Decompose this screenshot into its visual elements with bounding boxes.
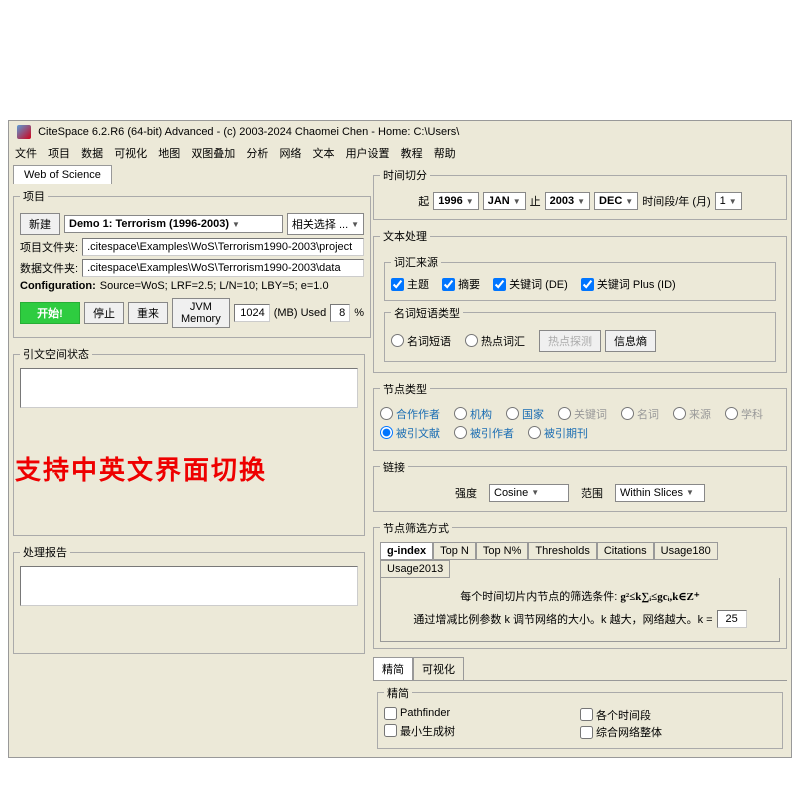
tab-usage2013[interactable]: Usage2013 bbox=[380, 560, 450, 578]
menu-visualization[interactable]: 可视化 bbox=[114, 148, 147, 160]
info-entropy-button[interactable]: 信息熵 bbox=[605, 330, 656, 352]
burst-detect-button[interactable]: 热点探测 bbox=[539, 330, 601, 352]
noun-type-group: 名词短语类型 名词短语 热点词汇 热点探测 信息熵 bbox=[384, 305, 776, 362]
data-source-tabs: Web of Science bbox=[9, 163, 369, 184]
vocab-src-group: 词汇来源 主题 摘要 关键词 (DE) 关键词 Plus (ID) bbox=[384, 254, 776, 301]
tab-prune[interactable]: 精简 bbox=[373, 657, 413, 680]
slice-select[interactable]: 1 bbox=[715, 192, 742, 210]
menu-overlay[interactable]: 双图叠加 bbox=[191, 148, 235, 160]
mem-used-label: (MB) Used bbox=[274, 307, 327, 319]
menu-help[interactable]: 帮助 bbox=[434, 148, 456, 160]
mem-field: 1024 bbox=[234, 304, 270, 322]
java-icon bbox=[17, 125, 31, 139]
title-bar: CiteSpace 6.2.R6 (64-bit) Advanced - (c)… bbox=[9, 121, 791, 143]
scope-select[interactable]: Within Slices bbox=[615, 484, 705, 502]
menu-text[interactable]: 文本 bbox=[313, 148, 335, 160]
config-label: Configuration: bbox=[20, 280, 96, 292]
process-report-group: 处理报告 bbox=[13, 544, 365, 654]
menu-tutorial[interactable]: 教程 bbox=[401, 148, 423, 160]
rad-burst[interactable]: 热点词汇 bbox=[465, 333, 525, 349]
tab-citations[interactable]: Citations bbox=[597, 542, 654, 560]
overlay-annotation: 支持中英文界面切换 bbox=[15, 450, 267, 487]
chk-merged[interactable]: 综合网络整体 bbox=[580, 724, 662, 740]
chk-title[interactable]: 主题 bbox=[391, 276, 429, 292]
strength-select[interactable]: Cosine bbox=[489, 484, 569, 502]
citespace-status-legend: 引文空间状态 bbox=[20, 346, 92, 362]
chk-mst[interactable]: 最小生成树 bbox=[384, 723, 455, 739]
timeslice-group: 时间切分 起 1996 JAN 止 2003 DEC 时间段/年 (月) 1 bbox=[373, 167, 787, 220]
project-select[interactable]: Demo 1: Terrorism (1996-2003) bbox=[64, 215, 283, 233]
project-legend: 项目 bbox=[20, 188, 48, 204]
status-area bbox=[20, 368, 358, 408]
k-field[interactable]: 25 bbox=[717, 610, 747, 628]
citespace-status-group: 引文空间状态 bbox=[13, 346, 365, 536]
proj-folder-field[interactable]: .citespace\Examples\WoS\Terrorism1990-20… bbox=[82, 238, 364, 256]
rad-np[interactable]: 名词短语 bbox=[391, 333, 451, 349]
prune-tabs: 精简 可视化 bbox=[373, 657, 787, 681]
chk-pathfinder[interactable]: Pathfinder bbox=[384, 707, 450, 720]
from-month-select[interactable]: JAN bbox=[483, 192, 526, 210]
related-select[interactable]: 相关选择 ... bbox=[287, 213, 364, 235]
pct-field: 8 bbox=[330, 304, 350, 322]
reset-button[interactable]: 重来 bbox=[128, 302, 168, 324]
rad-subject[interactable]: 学科 bbox=[725, 406, 763, 422]
tab-usage180[interactable]: Usage180 bbox=[654, 542, 718, 560]
textproc-legend: 文本处理 bbox=[380, 228, 430, 244]
chk-keyword-de[interactable]: 关键词 (DE) bbox=[493, 276, 568, 292]
tab-wos[interactable]: Web of Science bbox=[13, 165, 112, 184]
tab-gindex[interactable]: g-index bbox=[380, 542, 433, 560]
chk-abstract[interactable]: 摘要 bbox=[442, 276, 480, 292]
window-title: CiteSpace 6.2.R6 (64-bit) Advanced - (c)… bbox=[38, 126, 459, 138]
tab-topnp[interactable]: Top N% bbox=[476, 542, 529, 560]
chk-each-slice[interactable]: 各个时间段 bbox=[580, 707, 651, 723]
process-report-legend: 处理报告 bbox=[20, 544, 70, 560]
textproc-group: 文本处理 词汇来源 主题 摘要 关键词 (DE) 关键词 Plus (ID) 名… bbox=[373, 228, 787, 373]
gindex-line1: 每个时间切片内节点的筛选条件: g²≤k∑ᵢ≤gcᵢ,k∈Z⁺ bbox=[391, 588, 769, 604]
menu-file[interactable]: 文件 bbox=[15, 148, 37, 160]
new-project-button[interactable]: 新建 bbox=[20, 213, 60, 235]
rad-cited-journal[interactable]: 被引期刊 bbox=[528, 425, 588, 441]
menu-bar: 文件 项目 数据 可视化 地图 双图叠加 分析 网络 文本 用户设置 教程 帮助 bbox=[9, 143, 791, 163]
rad-inst[interactable]: 机构 bbox=[454, 406, 492, 422]
tab-thresholds[interactable]: Thresholds bbox=[528, 542, 596, 560]
menu-preferences[interactable]: 用户设置 bbox=[346, 148, 390, 160]
to-year-select[interactable]: 2003 bbox=[545, 192, 590, 210]
to-month-select[interactable]: DEC bbox=[594, 192, 638, 210]
gindex-line2: 通过增减比例参数 k 调节网络的大小。k 越大，网络越大。k = 25 bbox=[391, 610, 769, 628]
timeslice-legend: 时间切分 bbox=[380, 167, 430, 183]
nodetype-group: 节点类型 合作作者 机构 国家 关键词 名词 来源 学科 被引文献 被引作者 被… bbox=[373, 381, 787, 451]
config-value: Source=WoS; LRF=2.5; L/N=10; LBY=5; e=1.… bbox=[100, 280, 329, 292]
rad-country[interactable]: 国家 bbox=[506, 406, 544, 422]
project-group: 项目 新建 Demo 1: Terrorism (1996-2003) 相关选择… bbox=[13, 188, 371, 338]
chk-keyword-id[interactable]: 关键词 Plus (ID) bbox=[581, 276, 676, 292]
menu-project[interactable]: 项目 bbox=[48, 148, 70, 160]
links-group: 链接 强度 Cosine 范围 Within Slices bbox=[373, 459, 787, 512]
rad-cited-ref[interactable]: 被引文献 bbox=[380, 425, 440, 441]
menu-analysis[interactable]: 分析 bbox=[246, 148, 268, 160]
tab-visualize[interactable]: 可视化 bbox=[413, 657, 464, 680]
rad-author[interactable]: 合作作者 bbox=[380, 406, 440, 422]
menu-map[interactable]: 地图 bbox=[158, 148, 180, 160]
data-folder-label: 数据文件夹: bbox=[20, 260, 78, 276]
report-area bbox=[20, 566, 358, 606]
prune-group: 精简 Pathfinder 最小生成树 各个时间段 综合网络整体 bbox=[377, 685, 783, 749]
data-folder-field[interactable]: .citespace\Examples\WoS\Terrorism1990-20… bbox=[82, 259, 364, 277]
rad-cited-author[interactable]: 被引作者 bbox=[454, 425, 514, 441]
pct-sign: % bbox=[354, 307, 364, 319]
rad-source[interactable]: 来源 bbox=[673, 406, 711, 422]
from-year-select[interactable]: 1996 bbox=[433, 192, 478, 210]
proj-folder-label: 项目文件夹: bbox=[20, 239, 78, 255]
go-button[interactable]: 开始! bbox=[20, 302, 80, 324]
jvm-button[interactable]: JVM Memory bbox=[172, 298, 230, 328]
rad-keyword[interactable]: 关键词 bbox=[558, 406, 607, 422]
menu-data[interactable]: 数据 bbox=[81, 148, 103, 160]
stop-button[interactable]: 停止 bbox=[84, 302, 124, 324]
tab-topn[interactable]: Top N bbox=[433, 542, 476, 560]
nodesel-tabs: g-index Top N Top N% Thresholds Citation… bbox=[380, 542, 780, 578]
nodesel-group: 节点筛选方式 g-index Top N Top N% Thresholds C… bbox=[373, 520, 787, 649]
menu-network[interactable]: 网络 bbox=[279, 148, 301, 160]
rad-noun[interactable]: 名词 bbox=[621, 406, 659, 422]
